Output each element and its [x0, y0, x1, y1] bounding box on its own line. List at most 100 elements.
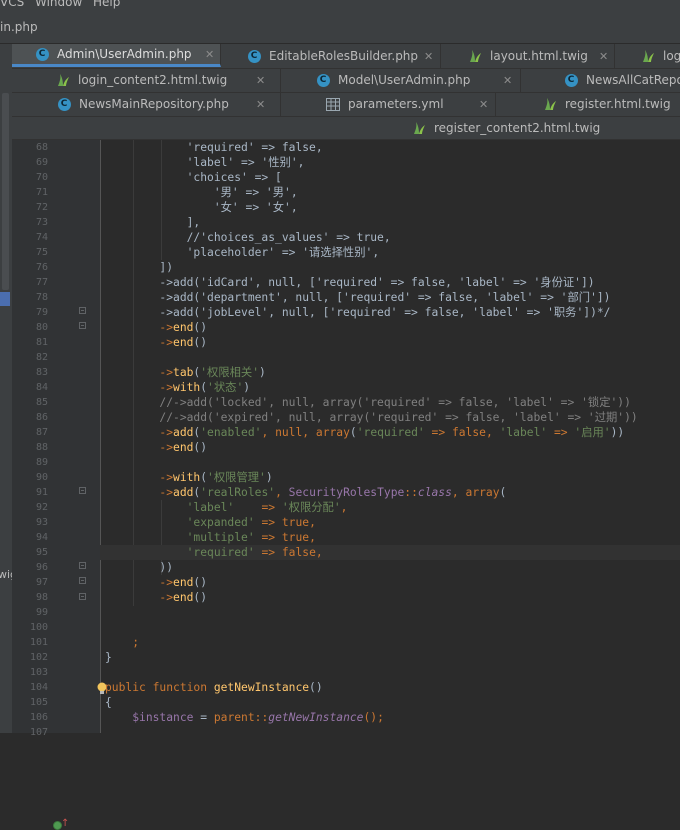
tab-label: EditableRolesBuilder.php [269, 49, 419, 63]
code-token: '权限相关' [200, 366, 260, 379]
code-line[interactable]: ->end() [100, 440, 680, 455]
fold-marker[interactable] [79, 307, 86, 314]
line-number: 92 [35, 502, 48, 513]
code-line[interactable]: '男' => '男', [100, 185, 680, 200]
tab-newsmainrepository[interactable]: C NewsMainRepository.php ✕ [12, 92, 281, 116]
code-token: end [173, 321, 194, 334]
menu-help[interactable]: Help [93, 0, 120, 9]
code-text: 'label' => '性别', [105, 155, 305, 170]
code-text: ->add('idCard', null, ['required' => fal… [105, 275, 594, 290]
code-line[interactable]: } [100, 650, 680, 665]
code-line[interactable] [100, 665, 680, 680]
code-line[interactable]: $instance = parent::getNewInstance(); [100, 710, 680, 725]
menu-vcs[interactable]: VCS [0, 0, 24, 9]
code-line[interactable]: ->add('enabled', null, array('required' … [100, 425, 680, 440]
code-token: ( [499, 486, 507, 499]
code-line[interactable]: ->end() [100, 320, 680, 335]
code-text: //->add('expired', null, array('required… [105, 410, 638, 425]
code-token: ], [105, 216, 201, 229]
tab-editablerolesbuilder[interactable]: C EditableRolesBuilder.php ✕ [221, 44, 441, 68]
code-line[interactable]: //->add('locked', null, array('required'… [100, 395, 680, 410]
code-token: '权限分配' [281, 501, 341, 514]
close-icon[interactable]: ✕ [503, 74, 512, 87]
code-line[interactable]: //->add('expired', null, array('required… [100, 410, 680, 425]
line-number: 86 [35, 412, 48, 423]
code-line[interactable]: )) [100, 560, 680, 575]
code-line[interactable]: ->end() [100, 575, 680, 590]
fold-marker[interactable] [79, 577, 86, 584]
close-icon[interactable]: ✕ [256, 98, 265, 111]
divider [12, 68, 680, 69]
fold-marker[interactable] [79, 593, 86, 600]
code-line[interactable]: 'required' => false, [100, 545, 680, 560]
code-token: 'enabled' [200, 426, 262, 439]
code-line[interactable]: ], [100, 215, 680, 230]
tab-model-useradmin[interactable]: C Model\UserAdmin.php ✕ [281, 68, 521, 92]
twig-icon [56, 73, 70, 87]
tab-log-twig[interactable]: log [615, 44, 680, 68]
code-token: //->add('expired', null, array('required… [105, 411, 638, 424]
line-number: 84 [35, 382, 48, 393]
line-number: 99 [35, 607, 48, 618]
code-line[interactable] [100, 605, 680, 620]
menu-window[interactable]: Window [35, 0, 82, 9]
breadcrumb-file[interactable]: in.php [0, 20, 38, 34]
code-line[interactable]: 'expanded' => true, [100, 515, 680, 530]
code-line[interactable]: 'multiple' => true, [100, 530, 680, 545]
tab-label: NewsAllCatRepo [586, 73, 680, 87]
sidebar-scrollbar[interactable] [2, 93, 9, 290]
code-line[interactable]: 'required' => false, [100, 140, 680, 155]
code-line[interactable]: 'placeholder' => '请选择性别', [100, 245, 680, 260]
close-icon[interactable]: ✕ [599, 50, 608, 63]
tab-admin-useradmin[interactable]: C Admin\UserAdmin.php ✕ [12, 44, 221, 67]
code-line[interactable] [100, 350, 680, 365]
fold-marker[interactable] [79, 487, 86, 494]
code-line[interactable] [100, 620, 680, 635]
close-icon[interactable]: ✕ [205, 48, 214, 61]
code-line[interactable]: //'choices_as_values' => true, [100, 230, 680, 245]
line-number: 98 [35, 592, 48, 603]
code-line[interactable]: { [100, 695, 680, 710]
tab-label: register.html.twig [565, 97, 671, 111]
editor-gutter[interactable]: 68 69 70 71 72 73 74 75 76 77 78 79 80 81 82 83 84 85 86 87… [12, 140, 107, 830]
close-icon[interactable]: ✕ [424, 50, 433, 63]
code-text: //'choices_as_values' => true, [105, 230, 391, 245]
code-line[interactable]: ; [100, 635, 680, 650]
code-token: { [105, 696, 112, 709]
code-editor[interactable]: 'required' => false, 'label' => '性别', 'c… [100, 140, 680, 733]
code-token: => [234, 501, 282, 514]
fold-marker[interactable] [79, 562, 86, 569]
close-icon[interactable]: ✕ [256, 74, 265, 87]
code-line[interactable]: ->with('状态') [100, 380, 680, 395]
code-line[interactable]: ->add('jobLevel', null, ['required' => f… [100, 305, 680, 320]
code-line[interactable] [100, 725, 680, 733]
code-line[interactable]: '女' => '女', [100, 200, 680, 215]
tab-register-twig[interactable]: register.html.twig [496, 92, 680, 116]
code-line[interactable] [100, 455, 680, 470]
tab-parameters-yml[interactable]: parameters.yml ✕ [281, 92, 496, 116]
code-line[interactable]: 'label' => '权限分配', [100, 500, 680, 515]
line-number: 100 [29, 622, 48, 633]
code-line[interactable]: ->tab('权限相关') [100, 365, 680, 380]
tab-layout-twig[interactable]: layout.html.twig ✕ [441, 44, 615, 68]
code-line[interactable]: public function getNewInstance() [100, 680, 680, 695]
code-line[interactable]: ->with('权限管理') [100, 470, 680, 485]
code-line[interactable]: ->add('idCard', null, ['required' => fal… [100, 275, 680, 290]
override-arrow-icon[interactable]: ↑ [61, 818, 69, 829]
line-number: 83 [35, 367, 48, 378]
close-icon[interactable]: ✕ [479, 98, 488, 111]
code-line[interactable]: ]) [100, 260, 680, 275]
tab-register-content2-twig[interactable]: register_content2.html.twig [401, 116, 621, 140]
code-line[interactable]: ->add('department', null, ['required' =>… [100, 290, 680, 305]
code-text: ->with('权限管理') [105, 470, 272, 485]
code-line[interactable]: ->end() [100, 590, 680, 605]
tab-label: log [663, 49, 680, 63]
code-line[interactable]: ->add ('realRoles', SecurityRolesType::cl… [100, 485, 680, 500]
code-line[interactable]: 'label' => '性别', [100, 155, 680, 170]
code-text: } [105, 650, 112, 665]
code-line[interactable]: ->end() [100, 335, 680, 350]
fold-marker[interactable] [79, 322, 86, 329]
tab-login-content2-twig[interactable]: login_content2.html.twig ✕ [12, 68, 281, 92]
code-line[interactable]: 'choices' => [ [100, 170, 680, 185]
tab-newsallcatrepo[interactable]: C NewsAllCatRepo [521, 68, 680, 92]
